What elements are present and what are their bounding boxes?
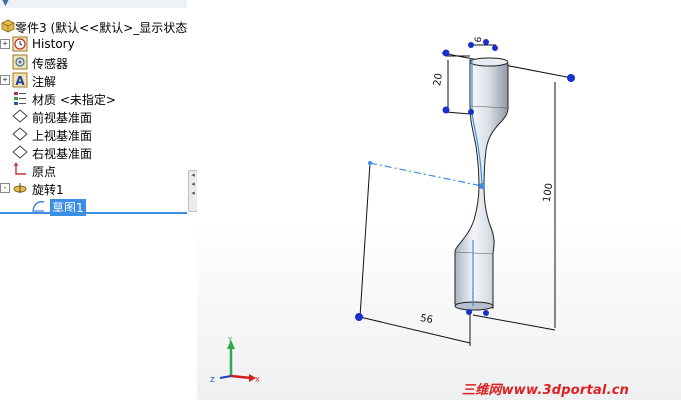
sensor-icon [12, 54, 28, 70]
sketch-point[interactable] [368, 161, 372, 165]
tree-item-label: 原点 [32, 165, 57, 179]
filter-icon[interactable]: ▼ [2, 0, 9, 8]
model-canvas[interactable]: 6 20 100 56 Y Z X [197, 0, 681, 400]
tree-item-label: History [32, 37, 75, 51]
sketch-point[interactable] [492, 45, 498, 51]
tree-item-front-plane[interactable]: 前视基准面 [0, 107, 187, 125]
chevron-left-icon: ◂ [191, 189, 195, 197]
tree-item-label: 旋转1 [32, 183, 64, 197]
sketch-point[interactable] [355, 313, 363, 321]
material-icon [14, 92, 26, 105]
dimension-top-height[interactable]: 20 [432, 73, 445, 87]
graphics-viewport[interactable]: 6 20 100 56 Y Z X [197, 0, 681, 400]
tree-item-material[interactable]: 材质 <未指定> [0, 89, 187, 107]
expand-toggle[interactable]: + [0, 75, 10, 85]
tree-item-label: 材质 <未指定> [32, 93, 116, 107]
chevron-left-icon: ◂ [191, 180, 195, 188]
tree-item-top-plane[interactable]: 上视基准面 [0, 125, 187, 143]
dimension-total-height[interactable]: 100 [542, 182, 556, 202]
annotation-icon: A [12, 72, 28, 88]
sketch-point[interactable] [442, 49, 450, 57]
centerline [369, 162, 483, 187]
plane-icon [12, 145, 28, 159]
tree-item-label: 传感器 [32, 57, 69, 71]
sketch-point[interactable] [483, 310, 489, 316]
feature-tree-panel: ▼ 零件3 (默认<<默认>_显示状态 + History 传感器 + A 注解… [0, 0, 188, 400]
sketch-point[interactable] [468, 42, 474, 48]
tree-item-label: 注解 [32, 75, 57, 89]
axis-label-z: Z [210, 376, 215, 384]
sketch-point[interactable] [468, 109, 474, 115]
sketch-point[interactable] [567, 74, 575, 82]
tree-item-label: 上视基准面 [32, 129, 93, 143]
part-icon [1, 19, 15, 33]
tree-root-part[interactable]: 零件3 (默认<<默认>_显示状态 [0, 17, 187, 35]
tree-item-revolve1[interactable]: - 旋转1 [0, 179, 187, 197]
axis-label-x: X [255, 376, 260, 384]
tree-root-label: 零件3 (默认<<默认>_显示状态 [15, 21, 188, 35]
dimension-top-diameter[interactable]: 6 [474, 36, 485, 44]
sketch-point[interactable] [479, 183, 485, 189]
chevron-left-icon: ◂ [191, 171, 195, 179]
history-clock-icon [12, 36, 28, 52]
plane-icon [12, 109, 28, 123]
svg-text:A: A [15, 74, 25, 88]
origin-icon [13, 162, 26, 175]
axis-label-y: Y [227, 336, 233, 344]
tree-item-label: 右视基准面 [32, 147, 93, 161]
expand-toggle[interactable]: + [0, 39, 10, 49]
sketch-point[interactable] [442, 106, 450, 114]
tree-item-label: 前视基准面 [32, 111, 93, 125]
tree-item-right-plane[interactable]: 右视基准面 [0, 143, 187, 161]
tree-bottom-rule [0, 212, 187, 214]
tree-item-sensors[interactable]: 传感器 [0, 53, 187, 71]
plane-icon [12, 127, 28, 141]
sketch-point[interactable] [466, 309, 472, 315]
revolve-icon [13, 183, 27, 193]
filter-bar[interactable]: ▼ [0, 0, 187, 8]
tree-item-history[interactable]: + History [0, 35, 187, 53]
view-triad[interactable]: Y Z X [210, 336, 260, 384]
tree-item-origin[interactable]: 原点 [0, 161, 187, 179]
tree-item-annotations[interactable]: + A 注解 [0, 71, 187, 89]
dimension-bottom-width[interactable]: 56 [419, 313, 433, 326]
collapse-toggle[interactable]: - [0, 183, 10, 193]
watermark: 三维网www.3dportal.cn [462, 383, 630, 398]
